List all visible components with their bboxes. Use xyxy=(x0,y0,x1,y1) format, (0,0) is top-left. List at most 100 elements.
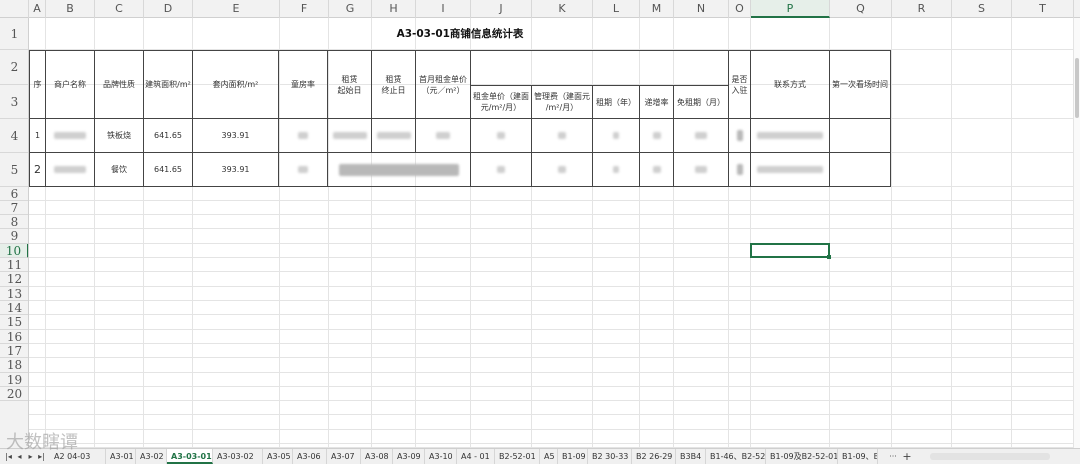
row-header-6[interactable]: 6 xyxy=(0,187,28,201)
row2-lease-dates[interactable] xyxy=(327,152,471,187)
sheet-tab[interactable]: A3-10 xyxy=(425,449,457,464)
sheet-tab[interactable]: A3-09 xyxy=(393,449,425,464)
row1-lease-end[interactable] xyxy=(371,118,416,153)
header-lease-term[interactable]: 租期（年） xyxy=(592,85,640,119)
sheet-tab[interactable]: A3-06 xyxy=(293,449,327,464)
row-header-19[interactable]: 19 xyxy=(0,373,28,387)
row-header-10[interactable]: 10 xyxy=(0,244,28,258)
header-inner-area[interactable]: 套内面积/m² xyxy=(192,50,279,119)
row-header-16[interactable]: 16 xyxy=(0,330,28,344)
row1-build-area[interactable]: 641.65 xyxy=(143,118,193,153)
sheet-tab[interactable]: B1-09 xyxy=(558,449,588,464)
vertical-scroll-thumb[interactable] xyxy=(1075,58,1079,118)
sheet-tab[interactable]: B2 26-29 xyxy=(632,449,676,464)
sheet-tab[interactable]: A5 xyxy=(540,449,558,464)
header-lease-end[interactable]: 租赁 终止日 xyxy=(371,50,416,119)
sheet-tab[interactable]: A3-07 xyxy=(327,449,361,464)
row2-seq[interactable]: 2 xyxy=(29,152,46,187)
spreadsheet-grid[interactable]: A3-03-01商铺信息统计表 序 商户名称 品牌性质 建筑面积/m² 套内面积… xyxy=(29,18,1074,448)
row2-first-visit[interactable] xyxy=(829,152,891,187)
header-lease-start[interactable]: 租赁 起始日 xyxy=(327,50,372,119)
row-header-7[interactable]: 7 xyxy=(0,201,28,215)
horizontal-scrollbar[interactable] xyxy=(930,453,1050,460)
column-header-n[interactable]: N xyxy=(674,0,729,18)
row1-brand-type[interactable]: 铁板烧 xyxy=(94,118,144,153)
column-header-t[interactable]: T xyxy=(1012,0,1074,18)
row-header-4[interactable]: 4 xyxy=(0,119,28,153)
header-rent-price[interactable]: 租金单价（建面 元/m²/月） xyxy=(470,85,532,119)
column-header-e[interactable]: E xyxy=(193,0,280,18)
row1-mgmt-fee[interactable] xyxy=(531,118,593,153)
sheet-title[interactable]: A3-03-01商铺信息统计表 xyxy=(29,18,891,50)
column-header-r[interactable]: R xyxy=(892,0,952,18)
column-header-s[interactable]: S xyxy=(952,0,1012,18)
row2-contact[interactable] xyxy=(750,152,830,187)
sheet-tab[interactable]: A3-08 xyxy=(361,449,393,464)
add-sheet-button[interactable]: + xyxy=(901,449,913,464)
row1-lease-term[interactable] xyxy=(592,118,640,153)
row-header-3[interactable]: 3 xyxy=(0,85,28,119)
header-group-blank[interactable] xyxy=(470,50,729,86)
row-header-13[interactable]: 13 xyxy=(0,287,28,301)
sheet-tab[interactable]: A3-03-02 xyxy=(213,449,263,464)
header-first-visit[interactable]: 第一次看场时间 xyxy=(829,50,891,119)
vertical-scrollbar[interactable] xyxy=(1074,18,1080,448)
column-header-q[interactable]: Q xyxy=(830,0,892,18)
row-header-5[interactable]: 5 xyxy=(0,153,28,187)
row1-is-moved-in[interactable] xyxy=(728,118,751,153)
row-header-12[interactable]: 12 xyxy=(0,272,28,287)
column-header-d[interactable]: D xyxy=(144,0,193,18)
column-header-i[interactable]: I xyxy=(416,0,471,18)
column-header-f[interactable]: F xyxy=(280,0,329,18)
sheet-tab[interactable]: B1-09及B2-52-01 xyxy=(766,449,838,464)
row-header-15[interactable]: 15 xyxy=(0,315,28,330)
row1-first-month-price[interactable] xyxy=(415,118,471,153)
row1-contact[interactable] xyxy=(750,118,830,153)
row-header-9[interactable]: 9 xyxy=(0,229,28,244)
row1-inner-area[interactable]: 393.91 xyxy=(192,118,279,153)
header-rent-rate[interactable]: 童房率 xyxy=(278,50,328,119)
column-header-j[interactable]: J xyxy=(471,0,532,18)
header-mgmt-fee[interactable]: 管理费（建面元 /m²/月） xyxy=(531,85,593,119)
row-header-20[interactable]: 20 xyxy=(0,387,28,401)
header-build-area[interactable]: 建筑面积/m² xyxy=(143,50,193,119)
column-header-a[interactable]: A xyxy=(29,0,46,18)
header-contact[interactable]: 联系方式 xyxy=(750,50,830,119)
row2-brand-type[interactable]: 餐饮 xyxy=(94,152,144,187)
column-header-c[interactable]: C xyxy=(95,0,144,18)
sheet-tab[interactable]: B3B4 xyxy=(676,449,706,464)
column-header-b[interactable]: B xyxy=(46,0,95,18)
row-header-14[interactable]: 14 xyxy=(0,301,28,315)
header-growth-rate[interactable]: 递增率 xyxy=(639,85,674,119)
column-header-g[interactable]: G xyxy=(329,0,372,18)
row-header-2[interactable]: 2 xyxy=(0,50,28,85)
row1-seq[interactable]: 1 xyxy=(29,118,46,153)
row2-build-area[interactable]: 641.65 xyxy=(143,152,193,187)
sheet-tab[interactable]: B1-09、B2-52- xyxy=(838,449,878,464)
row-header-11[interactable]: 11 xyxy=(0,258,28,272)
row2-growth-rate[interactable] xyxy=(639,152,674,187)
column-header-p[interactable]: P xyxy=(751,0,830,18)
column-header-k[interactable]: K xyxy=(532,0,593,18)
row2-rent-rate[interactable] xyxy=(278,152,328,187)
header-first-month-price[interactable]: 首月租金单价 （元／m²） xyxy=(415,50,471,119)
header-merchant[interactable]: 商户名称 xyxy=(45,50,95,119)
row-header-1[interactable]: 1 xyxy=(0,18,28,50)
row1-first-visit[interactable] xyxy=(829,118,891,153)
sheet-tab[interactable]: A3-03-01 xyxy=(167,449,213,464)
column-header-o[interactable]: O xyxy=(729,0,751,18)
row2-mgmt-fee[interactable] xyxy=(531,152,593,187)
row1-growth-rate[interactable] xyxy=(639,118,674,153)
row-header-18[interactable]: 18 xyxy=(0,358,28,373)
row2-merchant[interactable] xyxy=(45,152,95,187)
row1-rent-rate[interactable] xyxy=(278,118,328,153)
header-is-moved-in[interactable]: 是否 入驻 xyxy=(728,50,751,119)
select-all-corner[interactable] xyxy=(0,0,29,18)
row1-lease-start[interactable] xyxy=(327,118,372,153)
column-header-m[interactable]: M xyxy=(640,0,674,18)
row2-free-period[interactable] xyxy=(673,152,729,187)
selected-cell[interactable] xyxy=(750,243,831,259)
row-header-17[interactable]: 17 xyxy=(0,344,28,358)
row2-is-moved-in[interactable] xyxy=(728,152,751,187)
sheet-tab[interactable]: B1-46、B2-52 xyxy=(706,449,766,464)
